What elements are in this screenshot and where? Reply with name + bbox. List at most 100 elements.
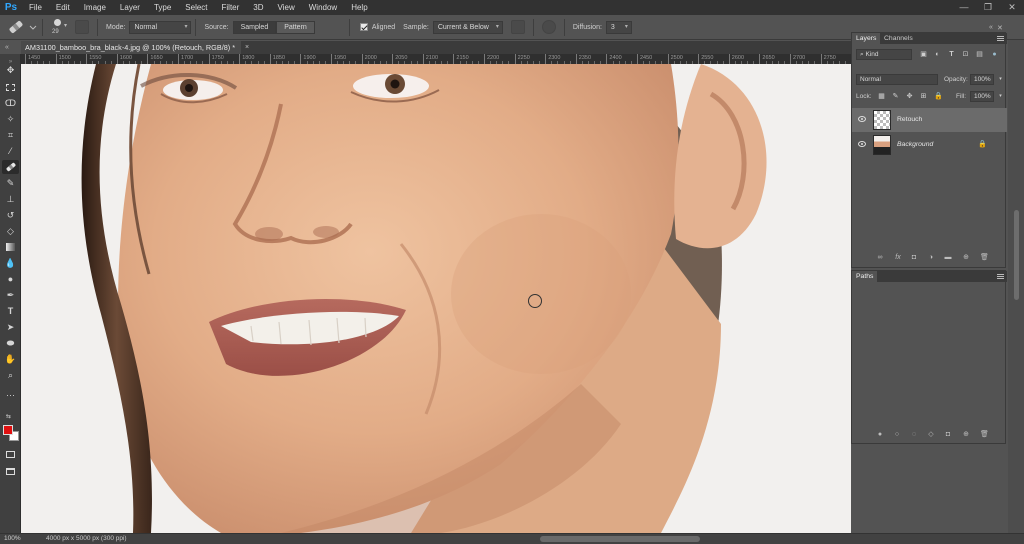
maximize-icon[interactable]: ❐ (976, 0, 1000, 15)
lock-all-icon[interactable]: 🔒 (934, 93, 943, 100)
eraser-tool-icon[interactable]: ◇ (2, 224, 19, 238)
load-selection-icon[interactable]: ◌ (910, 431, 918, 439)
panel-menu-icon[interactable] (997, 274, 1004, 279)
panel-collapse-arrows-icon[interactable]: « (989, 24, 993, 31)
minimize-icon[interactable]: — (952, 0, 976, 15)
fill-path-icon[interactable]: ● (876, 431, 884, 439)
chevron-down-icon[interactable]: ▾ (997, 93, 1004, 100)
filter-adjustment-icon[interactable]: ◐ (934, 51, 941, 58)
menu-filter[interactable]: Filter (215, 0, 247, 15)
brush-tool-icon[interactable]: ✎ (2, 176, 19, 190)
stroke-path-icon[interactable]: ○ (893, 431, 901, 439)
lock-image-icon[interactable]: ✎ (892, 93, 899, 100)
aligned-checkbox[interactable] (359, 23, 368, 31)
panel-collapse-icon[interactable]: « (5, 41, 9, 54)
layer-row-retouch[interactable]: Retouch (852, 108, 1007, 132)
eye-icon[interactable] (858, 141, 866, 147)
panel-menu-icon[interactable] (997, 36, 1004, 41)
document-canvas[interactable] (21, 64, 851, 533)
pen-tool-icon[interactable]: ✒ (2, 288, 19, 302)
new-path-icon[interactable]: ⊕ (962, 431, 970, 439)
add-mask-icon[interactable]: ◘ (944, 431, 952, 439)
magic-wand-tool-icon[interactable]: ✧ (2, 112, 19, 126)
menu-layer[interactable]: Layer (113, 0, 147, 15)
blur-tool-icon[interactable]: 💧 (2, 256, 19, 270)
layer-row-background[interactable]: Background 🔒 (852, 133, 1007, 157)
fill-input[interactable]: 100% (970, 91, 994, 102)
source-pattern-button[interactable]: Pattern (276, 20, 315, 34)
menu-select[interactable]: Select (178, 0, 214, 15)
crop-tool-icon[interactable]: ⌗ (2, 128, 19, 142)
mode-select[interactable]: Normal ▾ (129, 20, 192, 34)
panel-close-icon[interactable]: ✕ (997, 24, 1003, 32)
sample-select[interactable]: Current & Below ▾ (432, 20, 503, 34)
adjustment-icon[interactable]: ◑ (927, 254, 935, 262)
horizontal-scrollbar[interactable] (540, 536, 700, 542)
history-brush-tool-icon[interactable]: ↺ (2, 208, 19, 222)
mask-icon[interactable]: ◘ (910, 254, 918, 262)
ellipse-tool-icon[interactable]: ⬬ (2, 336, 19, 350)
eyedropper-tool-icon[interactable]: ⁄ (2, 144, 19, 158)
tab-paths[interactable]: Paths (852, 271, 878, 282)
filter-shape-icon[interactable]: ⊡ (962, 51, 969, 58)
menu-help[interactable]: Help (344, 0, 374, 15)
zoom-tool-icon[interactable]: ⌕ (2, 368, 19, 382)
document-info[interactable]: 4000 px x 5000 px (300 ppi) (46, 534, 127, 544)
move-tool-icon[interactable]: ✥ (2, 63, 19, 77)
filter-toggle-icon[interactable]: ● (991, 51, 998, 58)
opacity-input[interactable]: 100% (970, 74, 994, 85)
quick-mask-icon[interactable] (2, 447, 19, 461)
lock-position-icon[interactable]: ✥ (906, 93, 913, 100)
hand-tool-icon[interactable]: ✋ (2, 352, 19, 366)
lasso-tool-icon[interactable]: ↀ (2, 96, 19, 110)
pressure-size-icon[interactable] (541, 20, 556, 34)
fx-icon[interactable]: fx (894, 254, 902, 262)
tool-preset-picker[interactable] (0, 15, 38, 40)
filter-smart-object-icon[interactable]: ▤ (976, 51, 983, 58)
blend-mode-select[interactable]: Normal (856, 74, 938, 85)
more-tools-icon[interactable]: ··· (2, 388, 19, 402)
ignore-adjustment-layers-icon[interactable] (510, 20, 525, 34)
eye-icon[interactable] (858, 116, 866, 122)
marquee-tool-icon[interactable] (2, 80, 19, 94)
filter-type-icon[interactable]: T (948, 51, 955, 58)
link-icon[interactable]: ∞ (876, 254, 884, 262)
trash-icon[interactable]: 🗑 (980, 431, 989, 439)
chevron-down-icon[interactable]: ▾ (997, 76, 1004, 83)
menu-type[interactable]: Type (147, 0, 178, 15)
close-tab-icon[interactable]: × (245, 41, 249, 54)
lock-artboard-icon[interactable]: ⊞ (920, 93, 927, 100)
zoom-level[interactable]: 100% (4, 534, 21, 544)
lock-transparent-icon[interactable]: ▦ (878, 93, 885, 100)
clone-source-panel-icon[interactable] (75, 20, 89, 34)
dodge-tool-icon[interactable]: ● (2, 272, 19, 286)
group-icon[interactable]: ▬ (944, 254, 952, 262)
foreground-color-swatch[interactable] (3, 425, 13, 435)
healing-brush-tool-icon[interactable] (2, 160, 19, 174)
menu-view[interactable]: View (271, 0, 302, 15)
tab-channels[interactable]: Channels (880, 33, 917, 44)
path-selection-tool-icon[interactable]: ➤ (2, 320, 19, 334)
source-sampled-button[interactable]: Sampled (232, 20, 277, 34)
menu-image[interactable]: Image (77, 0, 113, 15)
screen-mode-icon[interactable] (2, 464, 19, 478)
menu-3d[interactable]: 3D (246, 0, 270, 15)
layer-filter-select[interactable]: ⌕ Kind (856, 49, 912, 60)
gradient-tool-icon[interactable] (2, 240, 19, 254)
tab-layers[interactable]: Layers (852, 33, 881, 44)
default-colors-icon[interactable]: ⇆ (0, 409, 17, 423)
menu-window[interactable]: Window (302, 0, 344, 15)
close-window-icon[interactable]: ✕ (1000, 0, 1024, 15)
brush-picker[interactable]: 29 ▾ (47, 15, 71, 40)
make-path-icon[interactable]: ◇ (927, 431, 935, 439)
diffusion-select[interactable]: 3 ▾ (605, 20, 632, 34)
filter-pixel-icon[interactable]: ▣ (920, 51, 927, 58)
new-layer-icon[interactable]: ⊕ (962, 254, 970, 262)
type-tool-icon[interactable]: T (2, 304, 19, 318)
menu-file[interactable]: File (22, 0, 49, 15)
document-tab[interactable]: AM31100_bamboo_bra_black-4.jpg @ 100% (R… (21, 41, 241, 54)
lock-icon[interactable]: 🔒 (978, 141, 987, 148)
trash-icon[interactable]: 🗑 (980, 254, 989, 262)
menu-edit[interactable]: Edit (49, 0, 77, 15)
clone-stamp-tool-icon[interactable]: ⊥ (2, 192, 19, 206)
